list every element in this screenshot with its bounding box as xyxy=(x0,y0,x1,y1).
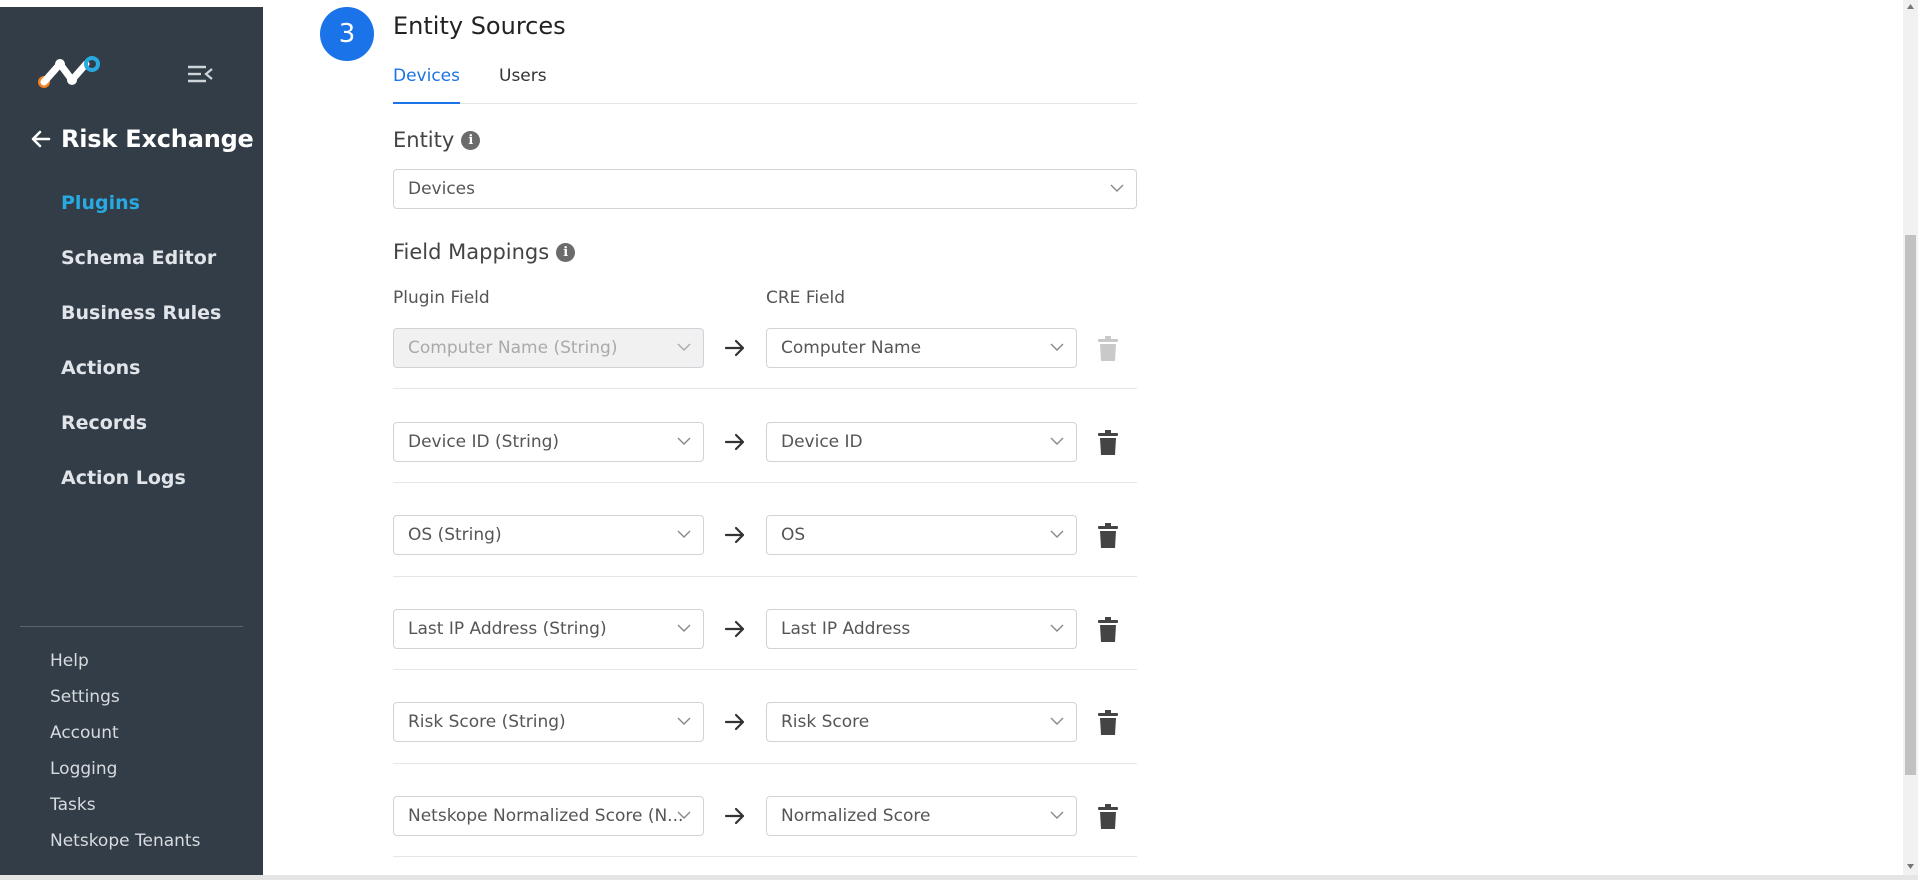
chevron-down-icon xyxy=(1050,624,1064,632)
cre-field-select[interactable]: Last IP Address xyxy=(766,609,1077,649)
chevron-down-icon xyxy=(677,530,691,538)
sidebar-item-business-rules[interactable]: Business Rules xyxy=(61,297,221,352)
sidebar-item-netskope-tenants[interactable]: Netskope Tenants xyxy=(50,827,200,863)
sidebar-item-action-logs[interactable]: Action Logs xyxy=(61,462,221,517)
chevron-down-icon xyxy=(1050,343,1064,351)
plugin-field-value: Last IP Address (String) xyxy=(408,619,607,639)
sidebar-item-account[interactable]: Account xyxy=(50,719,200,755)
chevron-down-icon xyxy=(1050,717,1064,725)
mapping-row: Risk Score (String) Risk Score xyxy=(393,670,1137,764)
plugin-field-value: Netskope Normalized Score (N... xyxy=(408,806,684,826)
chevron-down-icon xyxy=(677,624,691,632)
sidebar: Risk Exchange Plugins Schema Editor Busi… xyxy=(0,0,263,875)
back-to-risk-exchange[interactable]: Risk Exchange xyxy=(29,125,254,153)
tab-users[interactable]: Users xyxy=(499,62,547,104)
cre-field-select[interactable]: Risk Score xyxy=(766,702,1077,742)
trash-icon[interactable] xyxy=(1097,617,1119,643)
chevron-down-icon xyxy=(677,717,691,725)
field-mappings-label: Field Mappings xyxy=(393,240,550,264)
plugin-field-select[interactable]: OS (String) xyxy=(393,515,704,555)
cre-field-select[interactable]: OS xyxy=(766,515,1077,555)
cre-field-value: Device ID xyxy=(781,432,863,452)
arrow-right-icon xyxy=(724,526,745,544)
section-title: Entity Sources xyxy=(393,12,566,40)
entity-select-value: Devices xyxy=(408,179,475,199)
scroll-up-icon[interactable] xyxy=(1906,2,1915,11)
sidebar-item-help[interactable]: Help xyxy=(50,647,200,683)
scroll-down-icon[interactable] xyxy=(1906,862,1915,871)
chevron-down-icon xyxy=(677,811,691,819)
mapping-row: Device ID (String) Device ID xyxy=(393,389,1137,483)
cre-field-value: Last IP Address xyxy=(781,619,911,639)
vertical-scrollbar[interactable] xyxy=(1903,0,1918,875)
chevron-down-icon xyxy=(677,343,691,351)
arrow-right-icon xyxy=(724,433,745,451)
arrow-right-icon xyxy=(724,807,745,825)
sidebar-item-records[interactable]: Records xyxy=(61,407,221,462)
entity-label-row: Entity i xyxy=(393,128,481,152)
scroll-thumb[interactable] xyxy=(1905,235,1916,775)
sidebar-item-logging[interactable]: Logging xyxy=(50,755,200,791)
sidebar-item-schema-editor[interactable]: Schema Editor xyxy=(61,242,221,297)
arrow-right-icon xyxy=(724,339,745,357)
chevron-down-icon xyxy=(1050,530,1064,538)
cre-field-value: Risk Score xyxy=(781,712,870,732)
cre-field-value: Computer Name xyxy=(781,338,922,358)
chevron-down-icon xyxy=(677,437,691,445)
step-number-badge: 3 xyxy=(320,7,374,61)
entity-label: Entity xyxy=(393,128,455,152)
field-mappings-label-row: Field Mappings i xyxy=(393,240,576,264)
sidebar-bottom-nav: Help Settings Account Logging Tasks Nets… xyxy=(50,647,200,863)
sidebar-item-settings[interactable]: Settings xyxy=(50,683,200,719)
mapping-row: Last IP Address (String) Last IP Address xyxy=(393,576,1137,670)
netskope-logo-icon[interactable] xyxy=(38,54,102,90)
chevron-down-icon xyxy=(1110,184,1124,192)
plugin-field-select[interactable]: Risk Score (String) xyxy=(393,702,704,742)
chevron-down-icon xyxy=(1050,811,1064,819)
sidebar-item-plugins[interactable]: Plugins xyxy=(61,187,221,242)
tab-devices[interactable]: Devices xyxy=(393,62,460,104)
plugin-field-select: Computer Name (String) xyxy=(393,328,704,368)
cre-field-value: Normalized Score xyxy=(781,806,931,826)
trash-icon xyxy=(1098,336,1118,361)
arrow-right-icon xyxy=(724,620,745,638)
trash-icon[interactable] xyxy=(1097,804,1119,830)
chevron-down-icon xyxy=(1050,437,1064,445)
mapping-row: OS (String) OS xyxy=(393,483,1137,577)
plugin-field-select[interactable]: Device ID (String) xyxy=(393,422,704,462)
entity-select[interactable]: Devices xyxy=(393,169,1137,209)
arrow-left-icon xyxy=(31,130,51,148)
cre-field-select[interactable]: Normalized Score xyxy=(766,796,1077,836)
main-content: 3 Entity Sources Devices Users Entity i … xyxy=(263,0,1903,875)
trash-icon[interactable] xyxy=(1097,710,1119,736)
cre-field-value: OS xyxy=(781,525,806,545)
entity-tabs: Devices Users xyxy=(393,62,1137,104)
plugin-field-value: Device ID (String) xyxy=(408,432,560,452)
trash-icon[interactable] xyxy=(1097,430,1119,456)
plugin-field-value: OS (String) xyxy=(408,525,502,545)
sidebar-title: Risk Exchange xyxy=(61,125,254,153)
mapping-row: Netskope Normalized Score (N... Normaliz… xyxy=(393,763,1137,857)
sidebar-divider xyxy=(20,626,243,627)
horizontal-scroll-track xyxy=(0,875,1918,880)
plugin-field-value: Risk Score (String) xyxy=(408,712,566,732)
arrow-right-icon xyxy=(724,713,745,731)
sidebar-item-actions[interactable]: Actions xyxy=(61,352,221,407)
menu-collapse-icon[interactable] xyxy=(186,63,214,85)
cre-field-select[interactable]: Computer Name xyxy=(766,328,1077,368)
plugin-field-value: Computer Name (String) xyxy=(408,338,618,358)
plugin-field-select[interactable]: Last IP Address (String) xyxy=(393,609,704,649)
trash-icon[interactable] xyxy=(1097,523,1119,549)
info-icon[interactable]: i xyxy=(556,242,576,262)
sidebar-item-tasks[interactable]: Tasks xyxy=(50,791,200,827)
mapping-row: Computer Name (String) Computer Name xyxy=(393,295,1137,389)
plugin-field-select[interactable]: Netskope Normalized Score (N... xyxy=(393,796,704,836)
info-icon[interactable]: i xyxy=(461,130,481,150)
cre-field-select[interactable]: Device ID xyxy=(766,422,1077,462)
sidebar-nav: Plugins Schema Editor Business Rules Act… xyxy=(61,187,221,517)
